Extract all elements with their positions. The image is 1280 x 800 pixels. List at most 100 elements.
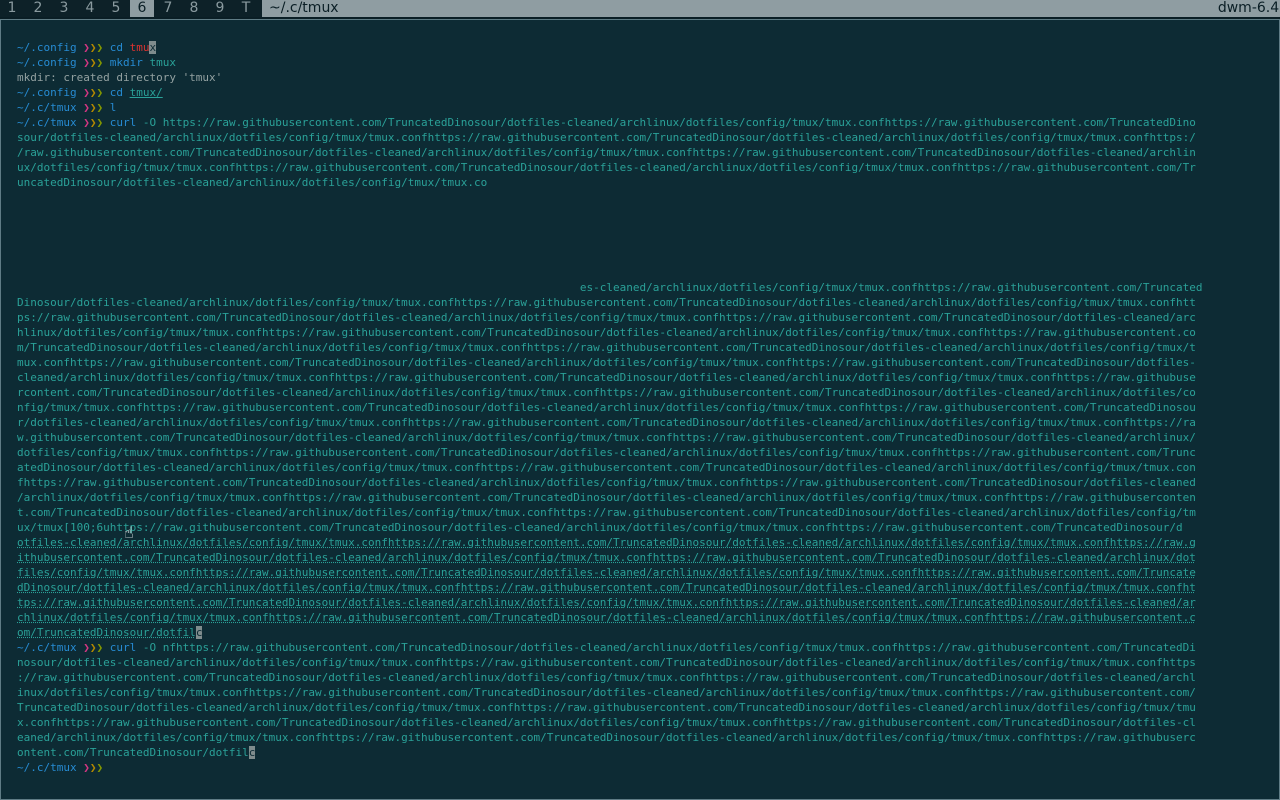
command-argument: -O nfhttps://raw.githubusercontent.com/T… <box>142 641 1196 654</box>
wrapped-url-text: /raw.githubusercontent.com/TruncatedDino… <box>17 146 1196 159</box>
terminal-line: atedDinosour/dotfiles-cleaned/archlinux/… <box>17 460 1267 475</box>
terminal-line: ~/.config ❯❯❯ cd tmux <box>17 40 1267 55</box>
wrapped-url-text: /archlinux/dotfiles/config/tmux/tmux.con… <box>17 491 1196 504</box>
command-argument: -O https://raw.githubusercontent.com/Tru… <box>142 116 1196 129</box>
prompt-arrows: ❯❯❯ <box>83 641 104 654</box>
wrapped-url-text: ://raw.githubusercontent.com/TruncatedDi… <box>17 671 1196 684</box>
terminal-line: tps://raw.githubusercontent.com/Truncate… <box>17 595 1267 610</box>
terminal-line: hlinux/dotfiles/config/tmux/tmux.confhtt… <box>17 325 1267 340</box>
command-argument: tmux <box>149 56 176 69</box>
hand-pointer-icon: ☝ <box>124 523 134 542</box>
terminal-line: dotfiles/config/tmux/tmux.confhttps://ra… <box>17 445 1267 460</box>
wrapped-url-text: otfiles-cleaned/archlinux/dotfiles/confi… <box>17 536 1196 549</box>
terminal-line: files/config/tmux/tmux.confhttps://raw.g… <box>17 565 1267 580</box>
tag-7[interactable]: 7 <box>156 0 180 17</box>
terminal-line: chlinux/dotfiles/config/tmux/tmux.confht… <box>17 610 1267 625</box>
terminal-window[interactable]: ~/.config ❯❯❯ cd tmux ~/.config ❯❯❯ mkdir… <box>0 19 1280 800</box>
terminal-line: om/TruncatedDinosour/dotfilc <box>17 625 1267 640</box>
terminal-line: ithubusercontent.com/TruncatedDinosour/d… <box>17 550 1267 565</box>
tag-4[interactable]: 4 <box>78 0 102 17</box>
text-cursor: c <box>195 626 203 639</box>
prompt-arrows: ❯❯❯ <box>83 41 104 54</box>
prompt-arrows: ❯❯❯ <box>83 761 104 774</box>
terminal-line: otfiles-cleaned/archlinux/dotfiles/confi… <box>17 535 1267 550</box>
terminal-line: eaned/archlinux/dotfiles/config/tmux/tmu… <box>17 730 1267 745</box>
command: curl <box>109 641 137 654</box>
prompt-directory: ~/.c/tmux <box>17 116 77 129</box>
terminal-line: ~/.c/tmux ❯❯❯ curl -O nfhttps://raw.gith… <box>17 640 1267 655</box>
wrapped-url-text: ontent.com/TruncatedDinosour/dotfil <box>17 746 249 759</box>
wrapped-url-text: Dinosour/dotfiles-cleaned/archlinux/dotf… <box>17 296 1196 309</box>
command-argument: tmux/ <box>129 86 163 99</box>
prompt-arrows: ❯❯❯ <box>83 101 104 114</box>
wrapped-url-text: eaned/archlinux/dotfiles/config/tmux/tmu… <box>17 731 1196 744</box>
terminal-line: ~/.config ❯❯❯ mkdir tmux <box>17 55 1267 70</box>
terminal-line: Dinosour/dotfiles-cleaned/archlinux/dotf… <box>17 295 1267 310</box>
wrapped-url-text: ux/dotfiles/config/tmux/tmux.confhttps:/… <box>17 161 1196 174</box>
text-cursor: c <box>248 746 256 759</box>
terminal-line: es-cleaned/archlinux/dotfiles/config/tmu… <box>17 280 1267 295</box>
terminal-line: ~/.c/tmux ❯❯❯ l <box>17 100 1267 115</box>
wrapped-url-text: w.githubusercontent.com/TruncatedDinosou… <box>17 431 1196 444</box>
wrapped-url-text: rcontent.com/TruncatedDinosour/dotfiles-… <box>17 386 1196 399</box>
command-output: mkdir: created directory 'tmux' <box>17 71 223 84</box>
wrapped-url-text: dDinosour/dotfiles-cleaned/archlinux/dot… <box>17 581 1196 594</box>
terminal-line: mkdir: created directory 'tmux' <box>17 70 1267 85</box>
terminal-line: ://raw.githubusercontent.com/TruncatedDi… <box>17 670 1267 685</box>
terminal-screen[interactable]: ~/.config ❯❯❯ cd tmux ~/.config ❯❯❯ mkdir… <box>17 40 1267 775</box>
tag-1[interactable]: 1 <box>0 0 24 17</box>
terminal-line: r/dotfiles-cleaned/archlinux/dotfiles/co… <box>17 415 1267 430</box>
terminal-line: rcontent.com/TruncatedDinosour/dotfiles-… <box>17 385 1267 400</box>
prompt-arrows: ❯❯❯ <box>83 116 104 129</box>
terminal-line: t.com/TruncatedDinosour/dotfiles-cleaned… <box>17 505 1267 520</box>
wrapped-url-text: TruncatedDinosour/dotfiles-cleaned/archl… <box>17 701 1196 714</box>
terminal-line: dDinosour/dotfiles-cleaned/archlinux/dot… <box>17 580 1267 595</box>
wrapped-url-text: dotfiles/config/tmux/tmux.confhttps://ra… <box>17 446 1196 459</box>
wrapped-url-text: cleaned/archlinux/dotfiles/config/tmux/t… <box>17 371 1196 384</box>
wm-version: dwm-6.4 <box>1217 0 1280 17</box>
wrapped-url-text: fhttps://raw.githubusercontent.com/Trunc… <box>17 476 1196 489</box>
terminal-line: ux/tmux[100;6uhttps://raw.githubusercont… <box>17 520 1267 535</box>
terminal-line: TruncatedDinosour/dotfiles-cleaned/archl… <box>17 700 1267 715</box>
command-argument: tmu <box>129 41 150 54</box>
wrapped-url-text: ps://raw.githubusercontent.com/Truncated… <box>17 311 1196 324</box>
tag-6[interactable]: 6 <box>130 0 154 17</box>
wrapped-url-text: r/dotfiles-cleaned/archlinux/dotfiles/co… <box>17 416 1196 429</box>
tag-T[interactable]: T <box>234 0 258 17</box>
tag-5[interactable]: 5 <box>104 0 128 17</box>
tag-8[interactable]: 8 <box>182 0 206 17</box>
wrapped-url-text: x.confhttps://raw.githubusercontent.com/… <box>17 716 1196 729</box>
wrapped-url-text: uncatedDinosour/dotfiles-cleaned/archlin… <box>17 176 488 189</box>
terminal-line: sour/dotfiles-cleaned/archlinux/dotfiles… <box>17 130 1267 145</box>
tag-2[interactable]: 2 <box>26 0 50 17</box>
wrapped-url-text: chlinux/dotfiles/config/tmux/tmux.confht… <box>17 611 1196 624</box>
wrapped-url-text: m/TruncatedDinosour/dotfiles-cleaned/arc… <box>17 341 1196 354</box>
wrapped-url-text: mux.confhttps://raw.githubusercontent.co… <box>17 356 1196 369</box>
wrapped-url-text: es-cleaned/archlinux/dotfiles/config/tmu… <box>17 281 1203 294</box>
terminal-line: /raw.githubusercontent.com/TruncatedDino… <box>17 145 1267 160</box>
wrapped-url-text: nosour/dotfiles-cleaned/archlinux/dotfil… <box>17 656 1196 669</box>
wrapped-url-text: tps://raw.githubusercontent.com/Truncate… <box>17 596 1196 609</box>
terminal-line: uncatedDinosour/dotfiles-cleaned/archlin… <box>17 175 1267 190</box>
prompt-directory: ~/.config <box>17 86 77 99</box>
terminal-line: ux/dotfiles/config/tmux/tmux.confhttps:/… <box>17 160 1267 175</box>
terminal-line: /archlinux/dotfiles/config/tmux/tmux.con… <box>17 490 1267 505</box>
terminal-line: mux.confhttps://raw.githubusercontent.co… <box>17 355 1267 370</box>
terminal-line: inux/dotfiles/config/tmux/tmux.confhttps… <box>17 685 1267 700</box>
wrapped-url-text: atedDinosour/dotfiles-cleaned/archlinux/… <box>17 461 1196 474</box>
wrapped-url-text: hlinux/dotfiles/config/tmux/tmux.confhtt… <box>17 326 1196 339</box>
terminal-line: m/TruncatedDinosour/dotfiles-cleaned/arc… <box>17 340 1267 355</box>
terminal-line: ~/.c/tmux ❯❯❯ curl -O https://raw.github… <box>17 115 1267 130</box>
tag-9[interactable]: 9 <box>208 0 232 17</box>
wrapped-url-text: inux/dotfiles/config/tmux/tmux.confhttps… <box>17 686 1196 699</box>
wrapped-url-text: files/config/tmux/tmux.confhttps://raw.g… <box>17 566 1196 579</box>
terminal-line: nfig/tmux/tmux.confhttps://raw.githubuse… <box>17 400 1267 415</box>
tag-3[interactable]: 3 <box>52 0 76 17</box>
wrapped-url-text: ux/tmux[100;6uhttps://raw.githubusercont… <box>17 521 1183 534</box>
text-cursor: x <box>149 41 157 54</box>
wrapped-url-text: sour/dotfiles-cleaned/archlinux/dotfiles… <box>17 131 1196 144</box>
